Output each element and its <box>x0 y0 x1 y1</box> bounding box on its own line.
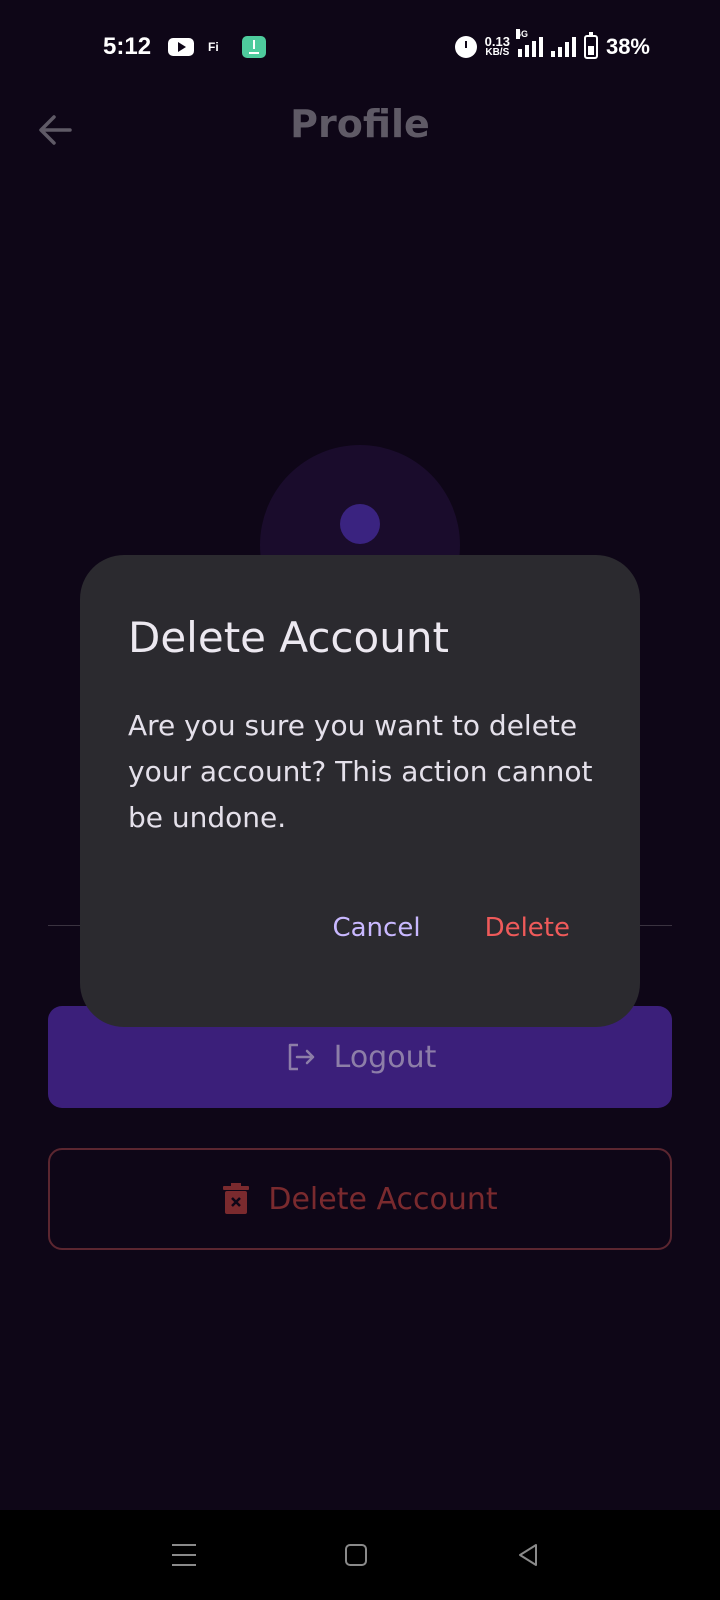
download-icon <box>242 36 266 58</box>
dialog-actions: Cancel Delete <box>332 913 570 943</box>
status-bar: 5:12 Fi 0.13 KB/S 4G 38% <box>0 0 720 96</box>
delete-account-button[interactable]: Delete Account <box>48 1148 672 1250</box>
trash-icon <box>223 1183 250 1214</box>
status-time: 5:12 <box>103 33 152 60</box>
alarm-icon <box>454 36 477 58</box>
back-triangle-icon[interactable] <box>516 1542 540 1568</box>
recent-apps-icon[interactable] <box>172 1544 196 1566</box>
delete-account-label: Delete Account <box>268 1181 498 1217</box>
fi-icon: Fi <box>208 40 219 54</box>
delete-account-dialog: Delete Account Are you sure you want to … <box>80 555 640 1027</box>
signal-4g-icon: 4G <box>515 29 543 57</box>
system-nav-bar <box>0 1510 720 1600</box>
battery-percent: 38% <box>605 34 650 59</box>
dialog-message: Are you sure you want to delete your acc… <box>128 709 593 834</box>
confirm-delete-button[interactable]: Delete <box>485 913 570 943</box>
signal-icon <box>550 37 576 57</box>
home-icon[interactable] <box>345 1544 367 1566</box>
battery-icon <box>583 32 598 59</box>
youtube-icon <box>168 38 194 56</box>
avatar-icon <box>340 504 380 544</box>
logout-label: Logout <box>333 1039 437 1075</box>
network-speed: 0.13 KB/S <box>484 34 510 58</box>
cancel-button[interactable]: Cancel <box>332 913 420 943</box>
logout-icon <box>288 1043 314 1071</box>
page-title: Profile <box>290 102 430 146</box>
dialog-title: Delete Account <box>128 613 449 662</box>
system-indicators: 0.13 KB/S 4G 38% <box>454 29 650 60</box>
notification-icons: Fi <box>168 36 266 58</box>
